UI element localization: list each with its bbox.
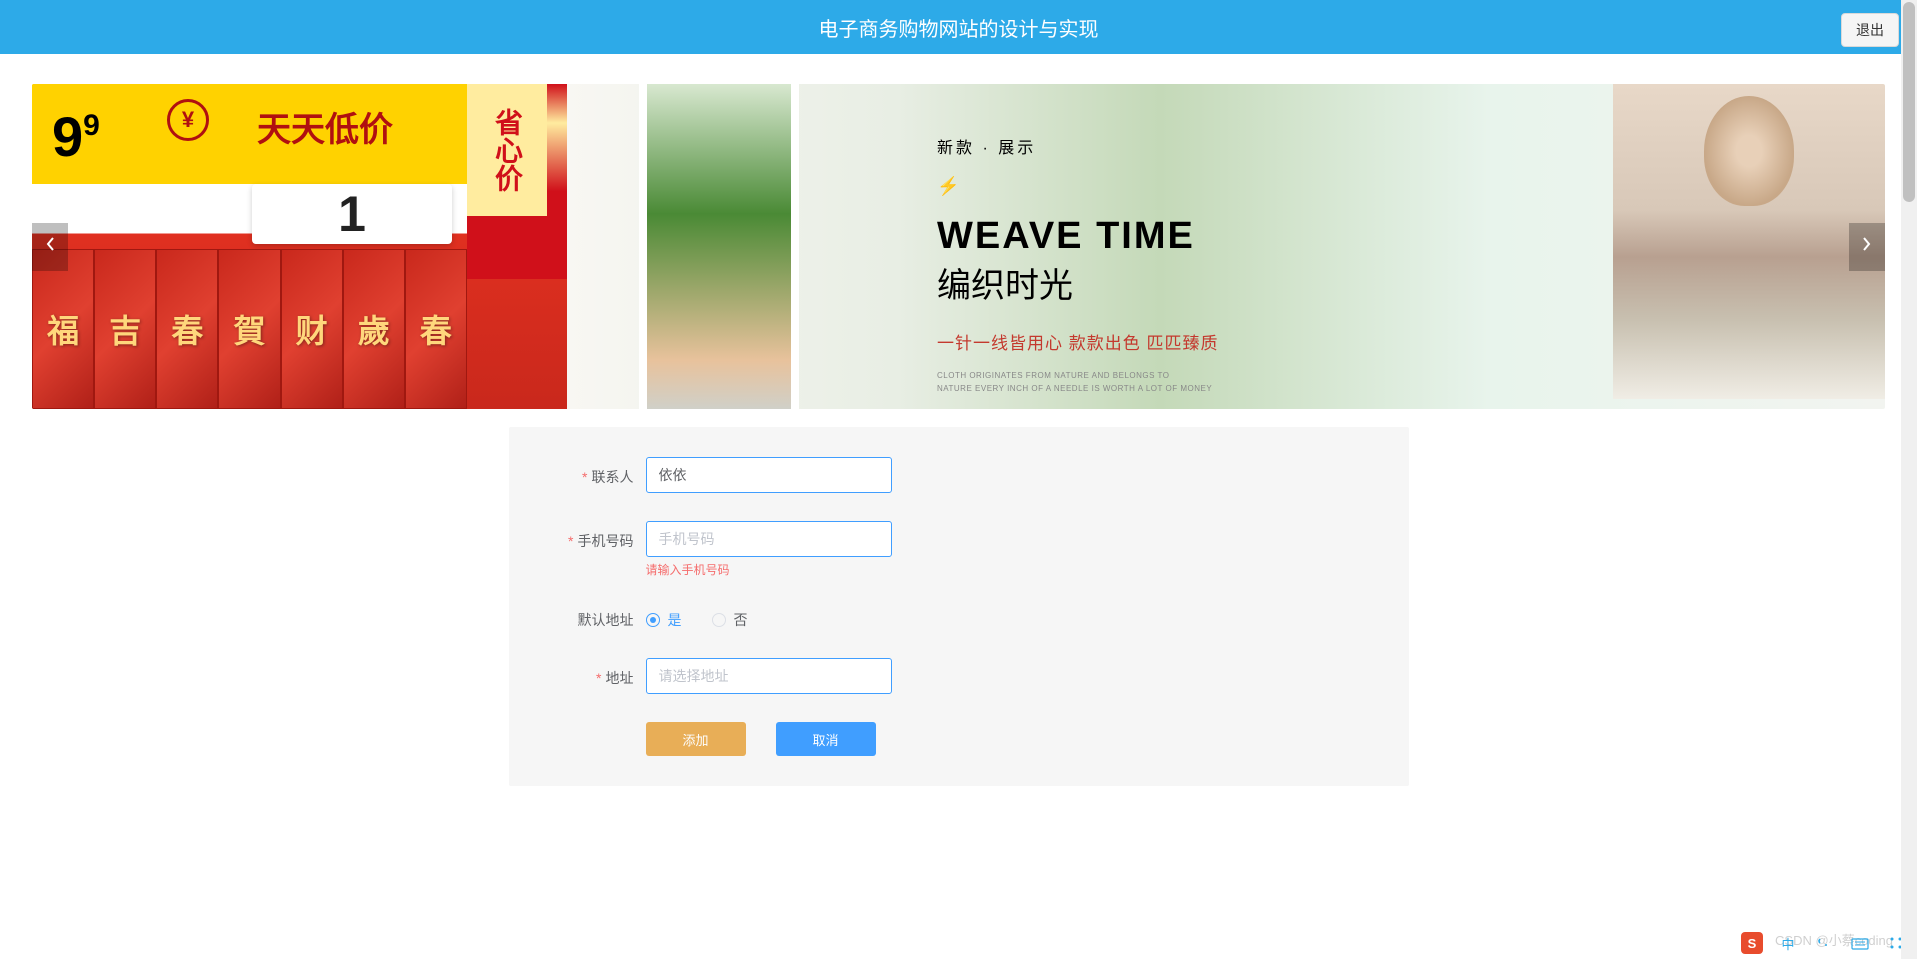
address-label: *地址 <box>539 658 634 688</box>
big-number: 1 <box>252 184 452 244</box>
logout-button[interactable]: 退出 <box>1841 13 1899 47</box>
default-address-radio-group: 是 否 <box>646 600 748 630</box>
slide2-fineprint-1: CLOTH ORIGINATES FROM NATURE AND BELONGS… <box>937 370 1218 383</box>
radio-no-label: 否 <box>734 610 748 630</box>
fu-block: 賀 <box>218 249 280 409</box>
cancel-button[interactable]: 取消 <box>776 722 876 756</box>
fu-block: 春 <box>405 249 467 409</box>
slide2-title-en: WEAVE TIME <box>937 215 1218 258</box>
radio-yes[interactable]: 是 <box>646 610 682 630</box>
contact-input[interactable] <box>646 457 892 493</box>
chevron-right-icon <box>1862 236 1872 257</box>
fu-block: 财 <box>281 249 343 409</box>
window-frame-decoration <box>639 84 799 409</box>
model-image <box>1613 84 1885 399</box>
app-header: 电子商务购物网站的设计与实现 退出 <box>0 0 1917 54</box>
low-price-text: 天天低价 <box>257 102 393 151</box>
fu-block: 歲 <box>343 249 405 409</box>
carousel-slide-1: 99 ¥ 天天低价 1 省心价 福 吉 春 賀 财 歲 春 <box>32 84 567 409</box>
page-title: 电子商务购物网站的设计与实现 <box>819 13 1099 42</box>
phone-input[interactable] <box>646 521 892 557</box>
side-banner: 省心价 <box>467 84 567 279</box>
radio-unchecked-icon <box>712 613 726 627</box>
phone-label: *手机号码 <box>539 521 634 551</box>
carousel-slide-2: 新款 · 展示 ⚡ WEAVE TIME 编织时光 一针一线皆用心 款款出色 匹… <box>567 84 1885 409</box>
ime-punctuation-icon[interactable] <box>1813 932 1835 954</box>
scrollbar-thumb[interactable] <box>1903 2 1915 202</box>
ime-keyboard-icon[interactable] <box>1849 932 1871 954</box>
banner-carousel: 99 ¥ 天天低价 1 省心价 福 吉 春 賀 财 歲 春 新款 · 展示 ⚡ … <box>32 84 1885 409</box>
default-address-label: 默认地址 <box>539 600 634 630</box>
carousel-prev-button[interactable] <box>32 223 68 271</box>
slide2-copy: 新款 · 展示 ⚡ WEAVE TIME 编织时光 一针一线皆用心 款款出色 匹… <box>937 134 1218 396</box>
yen-circle-icon: ¥ <box>167 99 209 141</box>
radio-no[interactable]: 否 <box>712 610 748 630</box>
ime-cn-icon[interactable]: 中 <box>1777 932 1799 954</box>
chevron-left-icon <box>45 236 55 257</box>
contact-label: *联系人 <box>539 457 634 487</box>
slide2-fineprint-2: NATURE EVERY INCH OF A NEEDLE IS WORTH A… <box>937 383 1218 396</box>
slide2-title-cn: 编织时光 <box>937 258 1218 307</box>
slide2-subtitle: 新款 · 展示 <box>937 134 1218 158</box>
carousel-next-button[interactable] <box>1849 223 1885 271</box>
radio-checked-icon <box>646 613 660 627</box>
radio-yes-label: 是 <box>668 610 682 630</box>
address-input[interactable] <box>646 658 892 694</box>
add-button[interactable]: 添加 <box>646 722 746 756</box>
fu-character-row: 福 吉 春 賀 财 歲 春 <box>32 249 467 409</box>
slide2-tagline: 一针一线皆用心 款款出色 匹匹臻质 <box>937 329 1218 354</box>
fu-block: 春 <box>156 249 218 409</box>
fu-block: 吉 <box>94 249 156 409</box>
banner-price: 99 <box>52 104 100 169</box>
lightning-icon: ⚡ <box>937 176 1218 197</box>
side-banner-text: 省心价 <box>467 84 547 216</box>
vertical-scrollbar[interactable]: ▲ <box>1901 0 1917 959</box>
ime-toolbar: S 中 <box>1731 927 1917 959</box>
fu-block: 福 <box>32 249 94 409</box>
ime-sogou-icon[interactable]: S <box>1741 932 1763 954</box>
address-form-panel: *联系人 *手机号码 请输入手机号码 默认地址 是 否 *地址 <box>509 427 1409 786</box>
phone-error-message: 请输入手机号码 <box>646 561 892 578</box>
